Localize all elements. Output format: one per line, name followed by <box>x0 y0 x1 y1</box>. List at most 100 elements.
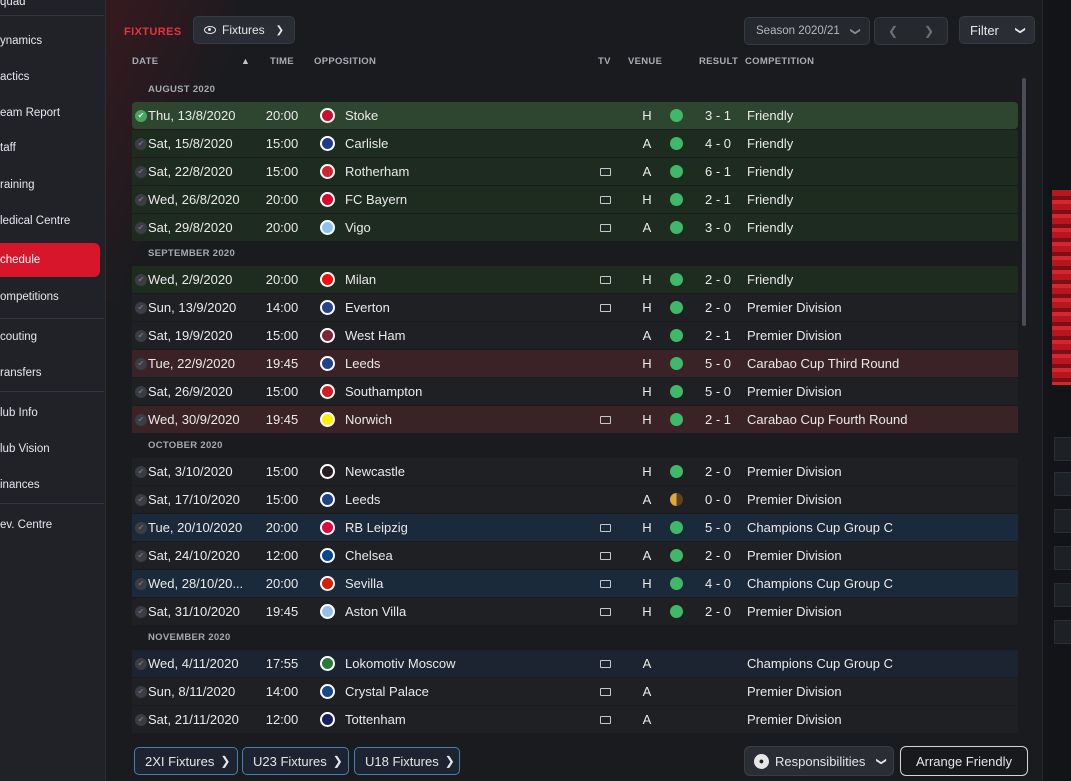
opposition-name[interactable]: Tottenham <box>345 706 406 733</box>
competition-name[interactable]: Premier Division <box>747 294 842 321</box>
opposition-name[interactable]: Newcastle <box>345 458 405 485</box>
column-header-time[interactable]: TIME <box>270 56 294 67</box>
prev-arrow-icon[interactable]: ❮ <box>888 24 898 38</box>
result-score[interactable]: 5 - 0 <box>700 514 736 541</box>
sidebar-item-7[interactable]: ledical Centre <box>0 207 100 235</box>
result-score[interactable] <box>700 650 736 677</box>
opposition-name[interactable]: Milan <box>345 266 376 293</box>
competition-name[interactable]: Friendly <box>747 186 793 213</box>
sidebar-item-3[interactable]: actics <box>0 63 100 91</box>
fixture-row[interactable]: ✔ Sat, 3/10/2020 15:00 Newcastle H 2 - 0 Premi… <box>132 458 1018 485</box>
sidebar-item-8[interactable]: chedule <box>0 243 100 277</box>
result-score[interactable] <box>700 706 736 733</box>
column-header-result[interactable]: RESULT <box>699 56 738 67</box>
fixture-row[interactable]: ✔ Sat, 29/8/2020 20:00 Vigo A 3 - 0 Friendly <box>132 214 1018 241</box>
competition-name[interactable]: Champions Cup Group C <box>747 514 893 541</box>
arrange-friendly-button[interactable]: Arrange Friendly <box>900 746 1028 776</box>
column-header-competition[interactable]: COMPETITION <box>745 56 814 67</box>
select-checkbox[interactable]: ✔ <box>134 294 148 321</box>
competition-name[interactable]: Friendly <box>747 266 793 293</box>
fixture-row[interactable]: ✔ Tue, 22/9/2020 19:45 Leeds H 5 - 0 Carabao C… <box>132 350 1018 377</box>
result-score[interactable]: 2 - 1 <box>700 186 736 213</box>
competition-name[interactable]: Friendly <box>747 214 793 241</box>
result-score[interactable]: 0 - 0 <box>700 486 736 513</box>
opposition-name[interactable]: FC Bayern <box>345 186 407 213</box>
opposition-name[interactable]: Carlisle <box>345 130 388 157</box>
competition-name[interactable]: Carabao Cup Third Round <box>747 350 899 377</box>
fixture-row[interactable]: ✔ Wed, 2/9/2020 20:00 Milan H 2 - 0 Friendly <box>132 266 1018 293</box>
fixture-row[interactable]: ✔ Thu, 13/8/2020 20:00 Stoke H 3 - 1 Friendly <box>132 102 1018 129</box>
select-checkbox[interactable]: ✔ <box>134 266 148 293</box>
filter-button[interactable]: Filter ❯ <box>959 16 1035 44</box>
select-checkbox[interactable]: ✔ <box>134 214 148 241</box>
fixture-row[interactable]: ✔ Tue, 20/10/2020 20:00 RB Leipzig H 5 - 0 Cha… <box>132 514 1018 541</box>
fixture-row[interactable]: ✔ Sat, 17/10/2020 15:00 Leeds A 0 - 0 Premier … <box>132 486 1018 513</box>
opposition-name[interactable]: Norwich <box>345 406 392 433</box>
sidebar-item-11[interactable]: ransfers <box>0 359 100 387</box>
fixture-row[interactable]: ✔ Sun, 8/11/2020 14:00 Crystal Palace A Premi… <box>132 678 1018 705</box>
result-score[interactable]: 5 - 0 <box>700 350 736 377</box>
select-checkbox[interactable]: ✔ <box>134 158 148 185</box>
responsibilities-button[interactable]: ● Responsibilities ❯ <box>744 746 894 776</box>
sidebar-item-15[interactable]: ev. Centre <box>0 511 100 539</box>
select-checkbox[interactable]: ✔ <box>134 322 148 349</box>
select-checkbox[interactable]: ✔ <box>134 186 148 213</box>
next-arrow-icon[interactable]: ❯ <box>924 24 934 38</box>
competition-name[interactable]: Premier Division <box>747 598 842 625</box>
select-checkbox[interactable]: ✔ <box>134 678 148 705</box>
select-checkbox[interactable]: ✔ <box>134 458 148 485</box>
result-score[interactable]: 4 - 0 <box>700 130 736 157</box>
select-checkbox[interactable]: ✔ <box>134 514 148 541</box>
competition-name[interactable]: Champions Cup Group C <box>747 570 893 597</box>
competition-name[interactable]: Champions Cup Group C <box>747 650 893 677</box>
fixture-row[interactable]: ✔ Sat, 22/8/2020 15:00 Rotherham A 6 - 1 Frien… <box>132 158 1018 185</box>
opposition-name[interactable]: Chelsea <box>345 542 393 569</box>
sidebar-item-2[interactable]: ynamics <box>0 27 100 55</box>
competition-name[interactable]: Premier Division <box>747 678 842 705</box>
sidebar-item-9[interactable]: ompetitions <box>0 283 100 311</box>
select-checkbox[interactable]: ✔ <box>134 542 148 569</box>
competition-name[interactable]: Friendly <box>747 158 793 185</box>
season-dropdown[interactable]: Season 2020/21 ❯ <box>744 17 870 45</box>
competition-name[interactable]: Premier Division <box>747 486 842 513</box>
result-score[interactable]: 3 - 0 <box>700 214 736 241</box>
tab-u23-fixtures[interactable]: U23 Fixtures ❯ <box>242 747 349 775</box>
sidebar-item-13[interactable]: lub Vision <box>0 435 100 463</box>
competition-name[interactable]: Friendly <box>747 130 793 157</box>
column-header-tv[interactable]: TV <box>598 56 611 67</box>
select-checkbox[interactable]: ✔ <box>134 650 148 677</box>
opposition-name[interactable]: Everton <box>345 294 390 321</box>
fixture-row[interactable]: ✔ Sat, 31/10/2020 19:45 Aston Villa H 2 - 0 Pr… <box>132 598 1018 625</box>
fixture-row[interactable]: ✔ Sat, 26/9/2020 15:00 Southampton H 5 - 0 Pre… <box>132 378 1018 405</box>
competition-name[interactable]: Carabao Cup Fourth Round <box>747 406 907 433</box>
fixture-row[interactable]: ✔ Wed, 30/9/2020 19:45 Norwich H 2 - 1 Carabao… <box>132 406 1018 433</box>
competition-name[interactable]: Premier Division <box>747 706 842 733</box>
sidebar-item-12[interactable]: lub Info <box>0 399 100 427</box>
fixture-row[interactable]: ✔ Wed, 26/8/2020 20:00 FC Bayern H 2 - 1 Frien… <box>132 186 1018 213</box>
opposition-name[interactable]: Rotherham <box>345 158 409 185</box>
competition-name[interactable]: Premier Division <box>747 322 842 349</box>
tab-2xi-fixtures[interactable]: 2XI Fixtures ❯ <box>134 747 238 775</box>
result-score[interactable] <box>700 678 736 705</box>
fixture-row[interactable]: ✔ Sat, 19/9/2020 15:00 West Ham A 2 - 1 Premie… <box>132 322 1018 349</box>
scrollbar[interactable] <box>1022 78 1026 326</box>
opposition-name[interactable]: RB Leipzig <box>345 514 408 541</box>
result-score[interactable]: 2 - 0 <box>700 598 736 625</box>
result-score[interactable]: 5 - 0 <box>700 378 736 405</box>
select-checkbox[interactable]: ✔ <box>134 486 148 513</box>
sidebar-item-5[interactable]: taff <box>0 134 100 162</box>
fixture-row[interactable]: ✔ Wed, 4/11/2020 17:55 Lokomotiv Moscow A Cha… <box>132 650 1018 677</box>
competition-name[interactable]: Premier Division <box>747 458 842 485</box>
column-header-date[interactable]: DATE <box>132 56 158 67</box>
result-score[interactable]: 6 - 1 <box>700 158 736 185</box>
opposition-name[interactable]: West Ham <box>345 322 405 349</box>
result-score[interactable]: 2 - 0 <box>700 542 736 569</box>
result-score[interactable]: 4 - 0 <box>700 570 736 597</box>
opposition-name[interactable]: Sevilla <box>345 570 383 597</box>
result-score[interactable]: 2 - 1 <box>700 406 736 433</box>
opposition-name[interactable]: Crystal Palace <box>345 678 429 705</box>
sidebar-item-10[interactable]: couting <box>0 323 100 351</box>
sidebar-item-1[interactable]: quad <box>0 0 100 16</box>
sidebar-item-4[interactable]: eam Report <box>0 99 100 127</box>
select-checkbox[interactable]: ✔ <box>134 378 148 405</box>
